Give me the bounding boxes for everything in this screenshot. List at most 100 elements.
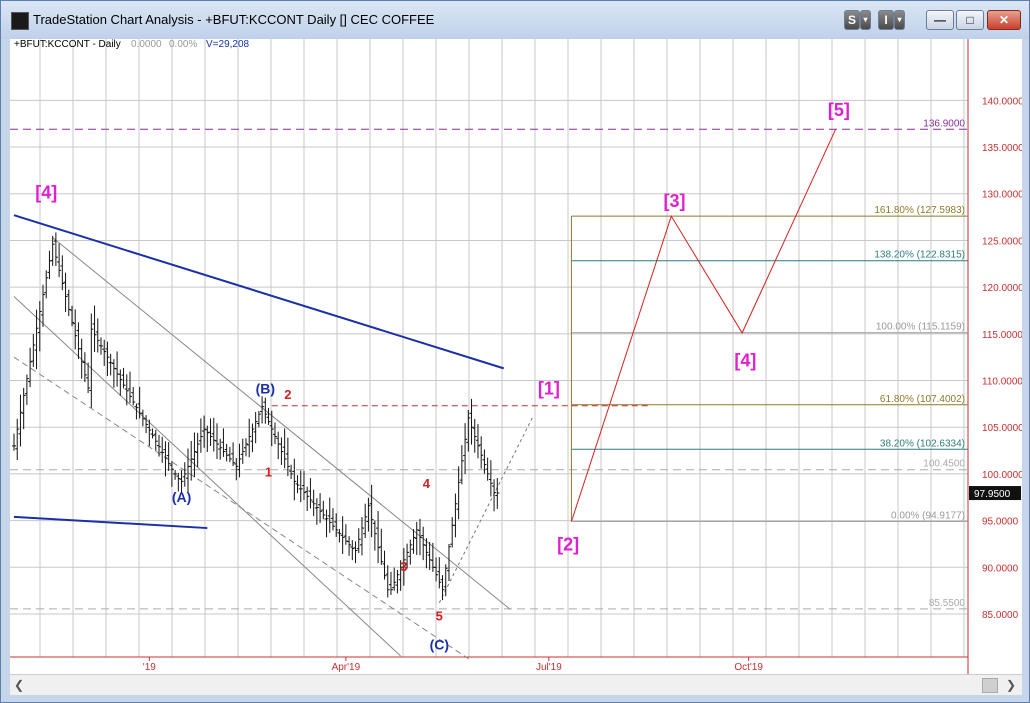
chart-area[interactable]: 136.9000 100.4500 85.5500 161.80% (127.598… bbox=[10, 39, 1024, 674]
price-bar bbox=[243, 438, 248, 457]
price-axis: 140.0000 135.0000 130.0000 125.0000 120.0000… bbox=[969, 96, 1024, 621]
price-tick-label: 100.0000 bbox=[982, 470, 1022, 481]
price-bar bbox=[446, 543, 451, 582]
price-bar bbox=[295, 475, 300, 494]
scroll-left-icon[interactable]: ❮ bbox=[14, 678, 24, 692]
price-bar bbox=[266, 407, 271, 425]
scroll-thumb[interactable] bbox=[982, 678, 998, 693]
wave-label: (A) bbox=[172, 489, 191, 505]
close-button[interactable]: ✕ bbox=[987, 10, 1021, 30]
price-bar bbox=[327, 497, 332, 533]
price-bar bbox=[205, 425, 210, 452]
i-dropdown-icon[interactable]: ▾ bbox=[894, 10, 905, 30]
chart-window: TradeStation Chart Analysis - +BFUT:KCCO… bbox=[0, 0, 1030, 703]
time-tick-label: '19 bbox=[143, 662, 156, 673]
price-bar bbox=[324, 509, 329, 538]
price-bar bbox=[495, 478, 500, 509]
price-bar bbox=[417, 518, 422, 556]
price-bar bbox=[472, 418, 477, 453]
price-bar bbox=[198, 418, 203, 453]
price-bar bbox=[211, 417, 216, 452]
header-value1: 0.0000 bbox=[131, 39, 162, 50]
price-bar bbox=[279, 437, 284, 465]
price-bar bbox=[440, 575, 445, 601]
price-bar bbox=[392, 567, 397, 591]
price-bar bbox=[379, 528, 384, 565]
wave-labels: [4] (B) 2 1 (A) 4 3 5 (C) [1] [2] [3] [4] [5] bbox=[35, 100, 850, 652]
time-tick-label: Apr'19 bbox=[332, 662, 361, 673]
grid bbox=[10, 39, 969, 674]
price-bar bbox=[376, 511, 381, 564]
wave-label: 3 bbox=[400, 559, 407, 574]
price-bar bbox=[63, 272, 68, 313]
projection-path bbox=[570, 129, 837, 522]
s-dropdown-icon[interactable]: ▾ bbox=[860, 10, 871, 30]
price-bar bbox=[437, 557, 442, 589]
price-tick-label: 90.0000 bbox=[982, 563, 1019, 574]
price-bar bbox=[256, 410, 261, 428]
s-button[interactable]: S bbox=[844, 10, 860, 30]
price-tick-label: 85.0000 bbox=[982, 610, 1019, 621]
scroll-right-icon[interactable]: ❯ bbox=[1006, 678, 1016, 692]
minimize-button[interactable]: — bbox=[926, 10, 954, 30]
maximize-button[interactable]: □ bbox=[956, 10, 984, 30]
fib-label: 138.20% (122.8315) bbox=[874, 250, 965, 261]
price-bar bbox=[463, 423, 468, 475]
price-bar bbox=[276, 431, 281, 460]
maximize-icon: □ bbox=[966, 13, 974, 27]
wave-label: [4] bbox=[35, 182, 57, 202]
price-bar bbox=[57, 243, 62, 278]
price-bar bbox=[15, 418, 20, 461]
title-bar[interactable]: TradeStation Chart Analysis - +BFUT:KCCO… bbox=[1, 1, 1029, 39]
header-volume: V=29,208 bbox=[206, 39, 250, 50]
minimize-icon: — bbox=[934, 13, 946, 27]
price-bar bbox=[18, 394, 23, 447]
price-bar bbox=[195, 432, 200, 468]
price-bar bbox=[395, 569, 400, 594]
wave-label: [3] bbox=[664, 191, 686, 211]
wave-label: 4 bbox=[423, 476, 431, 491]
price-bar bbox=[156, 434, 161, 457]
price-tick-label: 135.0000 bbox=[982, 143, 1022, 154]
price-bar bbox=[282, 428, 287, 469]
price-tick-label: 105.0000 bbox=[982, 423, 1022, 434]
time-axis: '19 Apr'19 Jul'19 Oct'19 bbox=[143, 657, 763, 673]
price-bar bbox=[382, 550, 387, 580]
price-bar bbox=[40, 284, 45, 327]
trendline bbox=[13, 214, 505, 370]
price-bar bbox=[185, 448, 190, 493]
price-bar bbox=[153, 429, 158, 451]
price-bar bbox=[305, 486, 310, 512]
i-button[interactable]: I bbox=[878, 10, 894, 30]
price-bar bbox=[385, 565, 390, 598]
price-bar bbox=[272, 422, 277, 445]
price-bar bbox=[388, 571, 393, 595]
horizontal-scrollbar[interactable]: ❮ ❯ bbox=[10, 674, 1022, 695]
price-bar bbox=[414, 521, 419, 555]
price-bar bbox=[372, 520, 377, 551]
price-bar bbox=[231, 442, 236, 467]
close-icon: ✕ bbox=[998, 13, 1010, 27]
price-bar bbox=[450, 517, 455, 548]
fib-label: 100.00% (115.1159) bbox=[876, 322, 965, 333]
price-bar bbox=[118, 369, 123, 396]
price-bar bbox=[421, 526, 426, 561]
price-bar bbox=[443, 564, 448, 597]
app-icon bbox=[11, 12, 29, 30]
price-bar bbox=[488, 460, 493, 497]
price-bar bbox=[76, 322, 81, 359]
price-chart[interactable]: 136.9000 100.4500 85.5500 161.80% (127.598… bbox=[10, 39, 1024, 674]
time-tick-label: Jul'19 bbox=[536, 662, 562, 673]
fib-label: 38.20% (102.6334) bbox=[880, 438, 965, 449]
price-bar bbox=[321, 500, 326, 520]
price-tick-label: 130.0000 bbox=[982, 190, 1022, 201]
price-bar bbox=[127, 371, 132, 404]
price-bar bbox=[340, 516, 345, 554]
level-label: 136.9000 bbox=[923, 118, 965, 129]
price-bar bbox=[182, 462, 187, 487]
window-title: TradeStation Chart Analysis - +BFUT:KCCO… bbox=[33, 12, 435, 27]
price-bar bbox=[356, 528, 361, 554]
price-bar bbox=[173, 469, 178, 480]
wave-label: 2 bbox=[284, 387, 291, 402]
wave-label: (B) bbox=[256, 381, 275, 397]
